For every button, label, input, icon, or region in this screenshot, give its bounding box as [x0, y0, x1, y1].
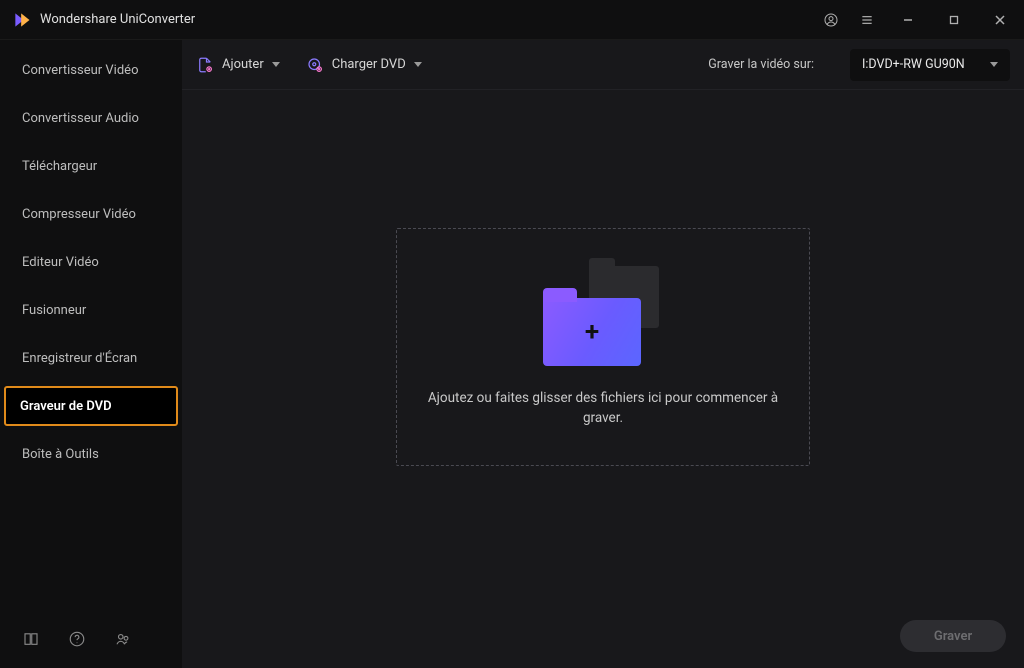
sidebar-item-downloader[interactable]: Téléchargeur — [0, 144, 182, 188]
guide-icon[interactable] — [22, 630, 40, 648]
load-dvd-label: Charger DVD — [332, 57, 406, 72]
menu-icon[interactable] — [858, 11, 876, 29]
close-button[interactable] — [986, 6, 1014, 34]
chevron-down-icon — [990, 62, 998, 67]
chevron-down-icon — [414, 62, 422, 67]
burn-button-label: Graver — [934, 629, 972, 644]
toolbar: Ajouter Charger DVD Graver la vidéo sur:… — [182, 40, 1024, 90]
sidebar-item-label: Fusionneur — [22, 303, 86, 318]
sidebar-item-label: Boîte à Outils — [22, 447, 99, 462]
add-label: Ajouter — [222, 57, 264, 72]
add-button[interactable]: Ajouter — [196, 56, 280, 74]
sidebar-item-label: Graveur de DVD — [20, 399, 112, 414]
burn-button[interactable]: Graver — [900, 620, 1006, 652]
app-logo-icon — [12, 10, 32, 30]
title-bar: Wondershare UniConverter — [0, 0, 1024, 40]
load-dvd-button[interactable]: Charger DVD — [306, 56, 422, 74]
sidebar-item-label: Editeur Vidéo — [22, 255, 99, 270]
sidebar-item-label: Convertisseur Audio — [22, 111, 139, 126]
chevron-down-icon — [272, 62, 280, 67]
sidebar-bottom — [0, 610, 182, 668]
sidebar-item-label: Enregistreur d'Écran — [22, 351, 137, 366]
sidebar-item-toolbox[interactable]: Boîte à Outils — [0, 432, 182, 476]
sidebar-item-audio-converter[interactable]: Convertisseur Audio — [0, 96, 182, 140]
disc-icon — [306, 56, 324, 74]
sidebar-item-label: Téléchargeur — [22, 159, 97, 174]
main-panel: Ajouter Charger DVD Graver la vidéo sur:… — [182, 40, 1024, 668]
sidebar-item-video-editor[interactable]: Editeur Vidéo — [0, 240, 182, 284]
burn-target-value: I:DVD+-RW GU90N — [862, 57, 965, 72]
account-icon[interactable] — [822, 11, 840, 29]
sidebar-item-video-converter[interactable]: Convertisseur Vidéo — [0, 48, 182, 92]
sidebar-item-compressor[interactable]: Compresseur Vidéo — [0, 192, 182, 236]
minimize-button[interactable] — [894, 6, 922, 34]
title-controls — [822, 6, 1014, 34]
dropzone-text: Ajoutez ou faites glisser des fichiers i… — [423, 388, 783, 429]
sidebar-item-screen-recorder[interactable]: Enregistreur d'Écran — [0, 336, 182, 380]
community-icon[interactable] — [114, 630, 132, 648]
app-title: Wondershare UniConverter — [40, 12, 195, 27]
dropzone[interactable]: + Ajoutez ou faites glisser des fichiers… — [396, 228, 810, 466]
bottom-bar: Graver — [182, 604, 1024, 668]
sidebar-item-label: Convertisseur Vidéo — [22, 63, 139, 78]
burn-target-select[interactable]: I:DVD+-RW GU90N — [850, 49, 1010, 81]
help-icon[interactable] — [68, 630, 86, 648]
burn-on-label: Graver la vidéo sur: — [708, 57, 814, 72]
folder-add-icon: + — [543, 266, 663, 366]
drop-area: + Ajoutez ou faites glisser des fichiers… — [182, 90, 1024, 604]
sidebar-item-merger[interactable]: Fusionneur — [0, 288, 182, 332]
add-file-icon — [196, 56, 214, 74]
sidebar: Convertisseur Vidéo Convertisseur Audio … — [0, 40, 182, 668]
sidebar-item-label: Compresseur Vidéo — [22, 207, 136, 222]
sidebar-item-dvd-burner[interactable]: Graveur de DVD — [0, 384, 182, 428]
maximize-button[interactable] — [940, 6, 968, 34]
